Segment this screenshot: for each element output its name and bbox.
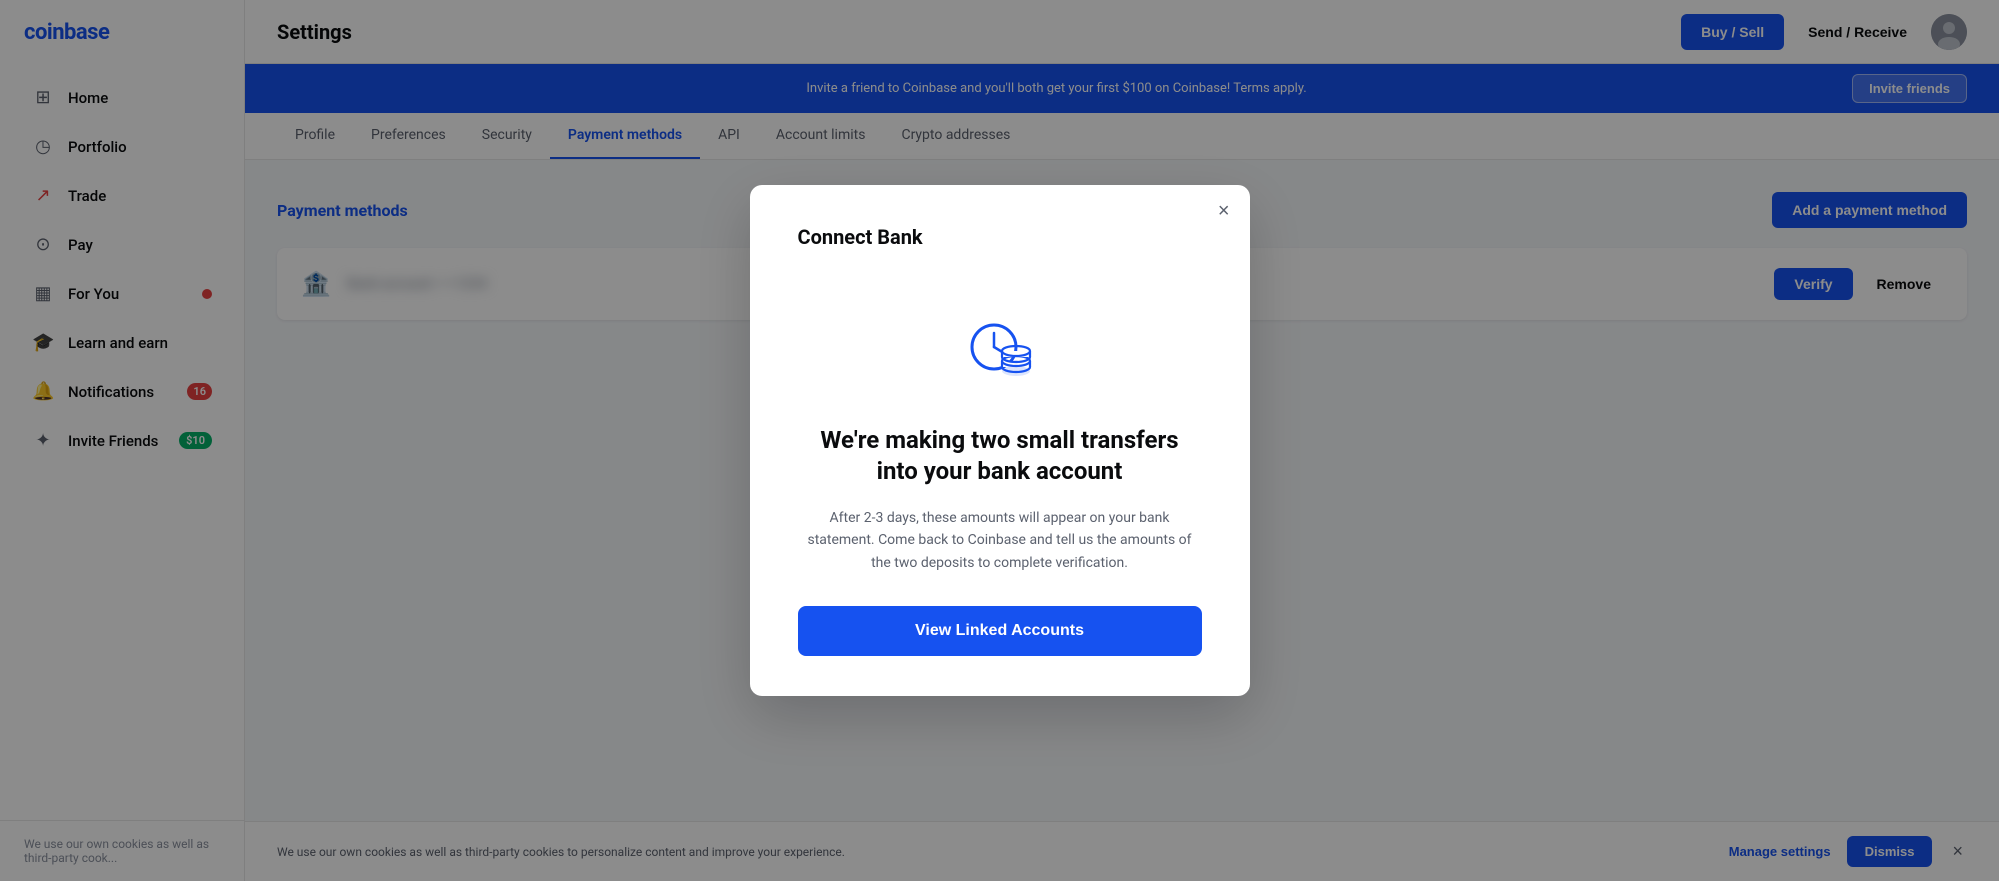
connect-bank-modal: × Connect Bank (750, 185, 1250, 697)
modal-icon (960, 313, 1040, 397)
modal-close-button[interactable]: × (1218, 201, 1230, 221)
modal-overlay[interactable]: × Connect Bank (0, 0, 1999, 881)
view-linked-accounts-button[interactable]: View Linked Accounts (798, 606, 1202, 656)
modal-heading: We're making two small transfers into yo… (798, 425, 1202, 487)
modal-body-text: After 2-3 days, these amounts will appea… (798, 507, 1202, 574)
modal-title: Connect Bank (798, 225, 923, 249)
